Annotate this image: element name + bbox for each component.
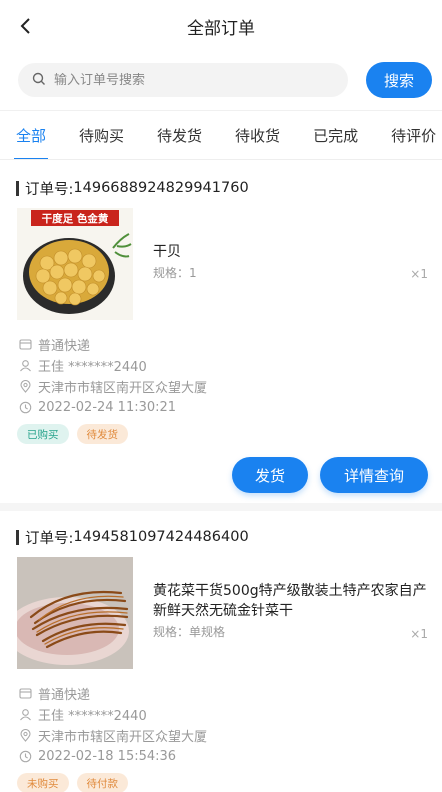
- order-number-label: 订单号:: [25, 530, 74, 547]
- accent-bar: [16, 529, 19, 545]
- product-image: [17, 557, 133, 669]
- product-qty: ×1: [410, 267, 428, 281]
- product-name: 干贝: [153, 244, 181, 260]
- order-time: 2022-02-24 11:30:21: [38, 400, 177, 415]
- time-row: 2022-02-24 11:30:21: [18, 397, 442, 418]
- tab-to-ship[interactable]: 待发货: [157, 111, 202, 159]
- delivery-icon: [18, 687, 32, 701]
- order-number: 1496688924829941760: [73, 180, 249, 196]
- order-actions: 发货 详情查询: [0, 457, 442, 493]
- receiver-row: 王佳 *******2440: [18, 355, 442, 376]
- order-meta: 普通快递 王佳 *******2440 天津市市辖区南开区众望大厦 2022-0…: [0, 683, 442, 767]
- product-name: 黄花菜干货500g特产级散装土特产农家自产新鲜天然无硫金针菜干: [153, 583, 427, 619]
- tab-completed[interactable]: 已完成: [313, 111, 358, 159]
- search-box[interactable]: [18, 63, 348, 97]
- search-button[interactable]: 搜索: [366, 62, 432, 98]
- item-info: 干贝 规格：1 ×1: [153, 208, 442, 320]
- address-row: 天津市市辖区南开区众望大厦: [18, 376, 442, 397]
- ship-button[interactable]: 发货: [232, 457, 308, 493]
- shipping-method: 普通快递: [38, 688, 91, 703]
- location-icon: [18, 380, 32, 394]
- shipping-row: 普通快递: [18, 683, 442, 704]
- status-badges: 已购买 待发货: [0, 424, 442, 444]
- details-button[interactable]: 详情查询: [320, 457, 428, 493]
- receiver-row: 王佳 *******2440: [18, 704, 442, 725]
- divider: [0, 503, 442, 511]
- clock-icon: [18, 750, 32, 764]
- address-row: 天津市市辖区南开区众望大厦: [18, 725, 442, 746]
- status-badge: 待发货: [76, 424, 128, 444]
- receiver-info: 王佳 *******2440: [38, 709, 147, 724]
- address: 天津市市辖区南开区众望大厦: [38, 381, 208, 396]
- delivery-icon: [18, 338, 32, 352]
- user-icon: [18, 708, 32, 722]
- item-info: 黄花菜干货500g特产级散装土特产农家自产新鲜天然无硫金针菜干 规格：单规格 ×…: [153, 557, 442, 669]
- tab-to-review[interactable]: 待评价: [391, 111, 436, 159]
- search-input[interactable]: [54, 72, 314, 88]
- location-icon: [18, 729, 32, 743]
- shipping-method: 普通快递: [38, 339, 91, 354]
- status-badge: 已购买: [17, 424, 69, 444]
- chevron-left-icon[interactable]: [12, 12, 40, 40]
- address: 天津市市辖区南开区众望大厦: [38, 730, 208, 745]
- tab-to-buy[interactable]: 待购买: [79, 111, 124, 159]
- order-item[interactable]: 黄花菜干货500g特产级散装土特产农家自产新鲜天然无硫金针菜干 规格：单规格 ×…: [0, 557, 442, 669]
- receiver-info: 王佳 *******2440: [38, 360, 147, 375]
- order-meta: 普通快递 王佳 *******2440 天津市市辖区南开区众望大厦 2022-0…: [0, 334, 442, 418]
- tab-to-receive[interactable]: 待收货: [235, 111, 280, 159]
- page-title: 全部订单: [187, 18, 255, 39]
- product-spec: 规格：1: [153, 266, 197, 280]
- product-qty: ×1: [410, 627, 428, 641]
- order-number-label: 订单号:: [25, 181, 74, 198]
- shipping-row: 普通快递: [18, 334, 442, 355]
- user-icon: [18, 359, 32, 373]
- product-banner-text: 干度足 色金黄: [41, 212, 109, 225]
- order-header: 订单号: 1496688924829941760: [0, 168, 442, 208]
- order-number: 1494581097424486400: [73, 529, 249, 545]
- order-card: 订单号: 1496688924829941760 干度足 色金黄 干贝 规格：1…: [0, 168, 442, 493]
- top-bar: 全部订单: [0, 0, 442, 52]
- order-header: 订单号: 1494581097424486400: [0, 517, 442, 557]
- accent-bar: [16, 180, 19, 196]
- status-badge: 未购买: [17, 773, 69, 792]
- status-badges: 未购买 待付款: [0, 773, 442, 792]
- order-item[interactable]: 干度足 色金黄 干贝 规格：1 ×1: [0, 208, 442, 320]
- tab-all[interactable]: 全部: [13, 111, 49, 159]
- search-icon: [32, 71, 46, 90]
- clock-icon: [18, 401, 32, 415]
- time-row: 2022-02-18 15:54:36: [18, 746, 442, 767]
- order-status-tabs: 全部 待购买 待发货 待收货 已完成 待评价: [0, 110, 442, 160]
- order-time: 2022-02-18 15:54:36: [38, 749, 177, 764]
- search-row: 搜索: [0, 52, 442, 108]
- order-card: 订单号: 1494581097424486400 黄花菜干货500g特产级散装土…: [0, 517, 442, 792]
- product-image: 干度足 色金黄: [17, 208, 133, 320]
- product-spec: 规格：单规格: [153, 625, 226, 639]
- status-badge: 待付款: [76, 773, 128, 792]
